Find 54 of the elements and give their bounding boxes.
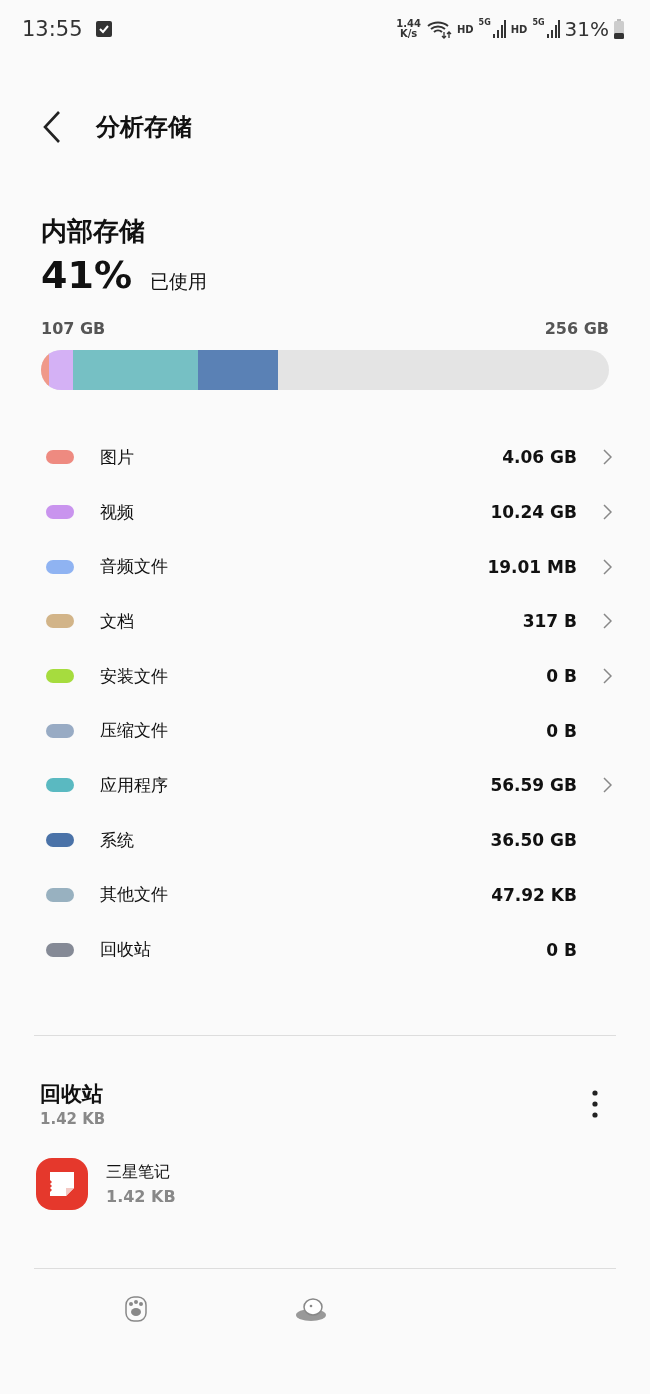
category-item[interactable]: 应用程序 56.59 GB [46, 758, 612, 813]
app-item[interactable]: 三星笔记 1.42 KB [36, 1157, 610, 1210]
animal-in-bed-icon[interactable] [295, 1295, 327, 1322]
category-label: 其他文件 [100, 883, 169, 907]
network-type: 5G [532, 18, 545, 27]
total-size: 256 GB [544, 319, 609, 338]
category-size: 36.50 GB [490, 830, 577, 851]
category-size: 10.24 GB [490, 502, 577, 523]
app-size: 1.42 KB [106, 1186, 176, 1206]
category-label: 图片 [100, 445, 135, 469]
section-title: 内部存储 [41, 215, 146, 248]
category-size: 4.06 GB [502, 447, 577, 468]
network-speed: 1.44 K/s [396, 19, 421, 39]
paw-icon[interactable] [123, 1294, 148, 1323]
category-item[interactable]: 音频文件 19.01 MB [46, 539, 612, 595]
hd-label: HD [510, 23, 528, 35]
page-title: 分析存储 [96, 112, 192, 143]
signal-icon [491, 20, 506, 38]
used-size: 107 GB [41, 319, 106, 338]
usage-percent: 41% [41, 253, 132, 297]
category-label: 系统 [100, 828, 135, 852]
category-item[interactable]: 视频 10.24 GB [46, 484, 612, 540]
category-size: 19.01 MB [487, 556, 577, 577]
more-options-icon[interactable] [592, 1089, 598, 1118]
status-time: 13:55 [22, 17, 83, 41]
app-name: 三星笔记 [106, 1161, 171, 1183]
section-title: 回收站 [40, 1080, 104, 1108]
category-item[interactable]: 文档 317 B [46, 594, 612, 649]
hd-label: HD [456, 23, 474, 35]
battery-icon [614, 19, 624, 39]
wifi-icon [425, 19, 452, 39]
category-size: 56.59 GB [490, 775, 577, 796]
category-size: 317 B [522, 611, 577, 632]
category-label: 音频文件 [100, 555, 169, 579]
category-label: 视频 [100, 500, 135, 524]
category-label: 文档 [100, 609, 135, 633]
category-label: 安装文件 [100, 664, 169, 688]
category-size: 0 B [546, 939, 577, 960]
category-size: 0 B [546, 666, 577, 687]
used-label: 已使用 [149, 269, 207, 294]
category-label: 回收站 [100, 938, 152, 962]
category-label: 应用程序 [100, 773, 169, 797]
category-size: 47.92 KB [491, 884, 577, 905]
category-label: 压缩文件 [100, 719, 169, 743]
category-size: 0 B [546, 720, 577, 741]
back-icon[interactable] [42, 110, 62, 144]
network-type: 5G [478, 18, 491, 27]
notes-app-icon [36, 1157, 88, 1210]
category-item[interactable]: 安装文件 0 B [46, 648, 612, 704]
signal-icon [545, 20, 560, 38]
category-item[interactable]: 图片 4.06 GB [46, 430, 612, 485]
section-size: 1.42 KB [40, 1109, 106, 1128]
battery-percent: 31% [564, 17, 609, 41]
checkbox-notification-icon [95, 21, 112, 37]
